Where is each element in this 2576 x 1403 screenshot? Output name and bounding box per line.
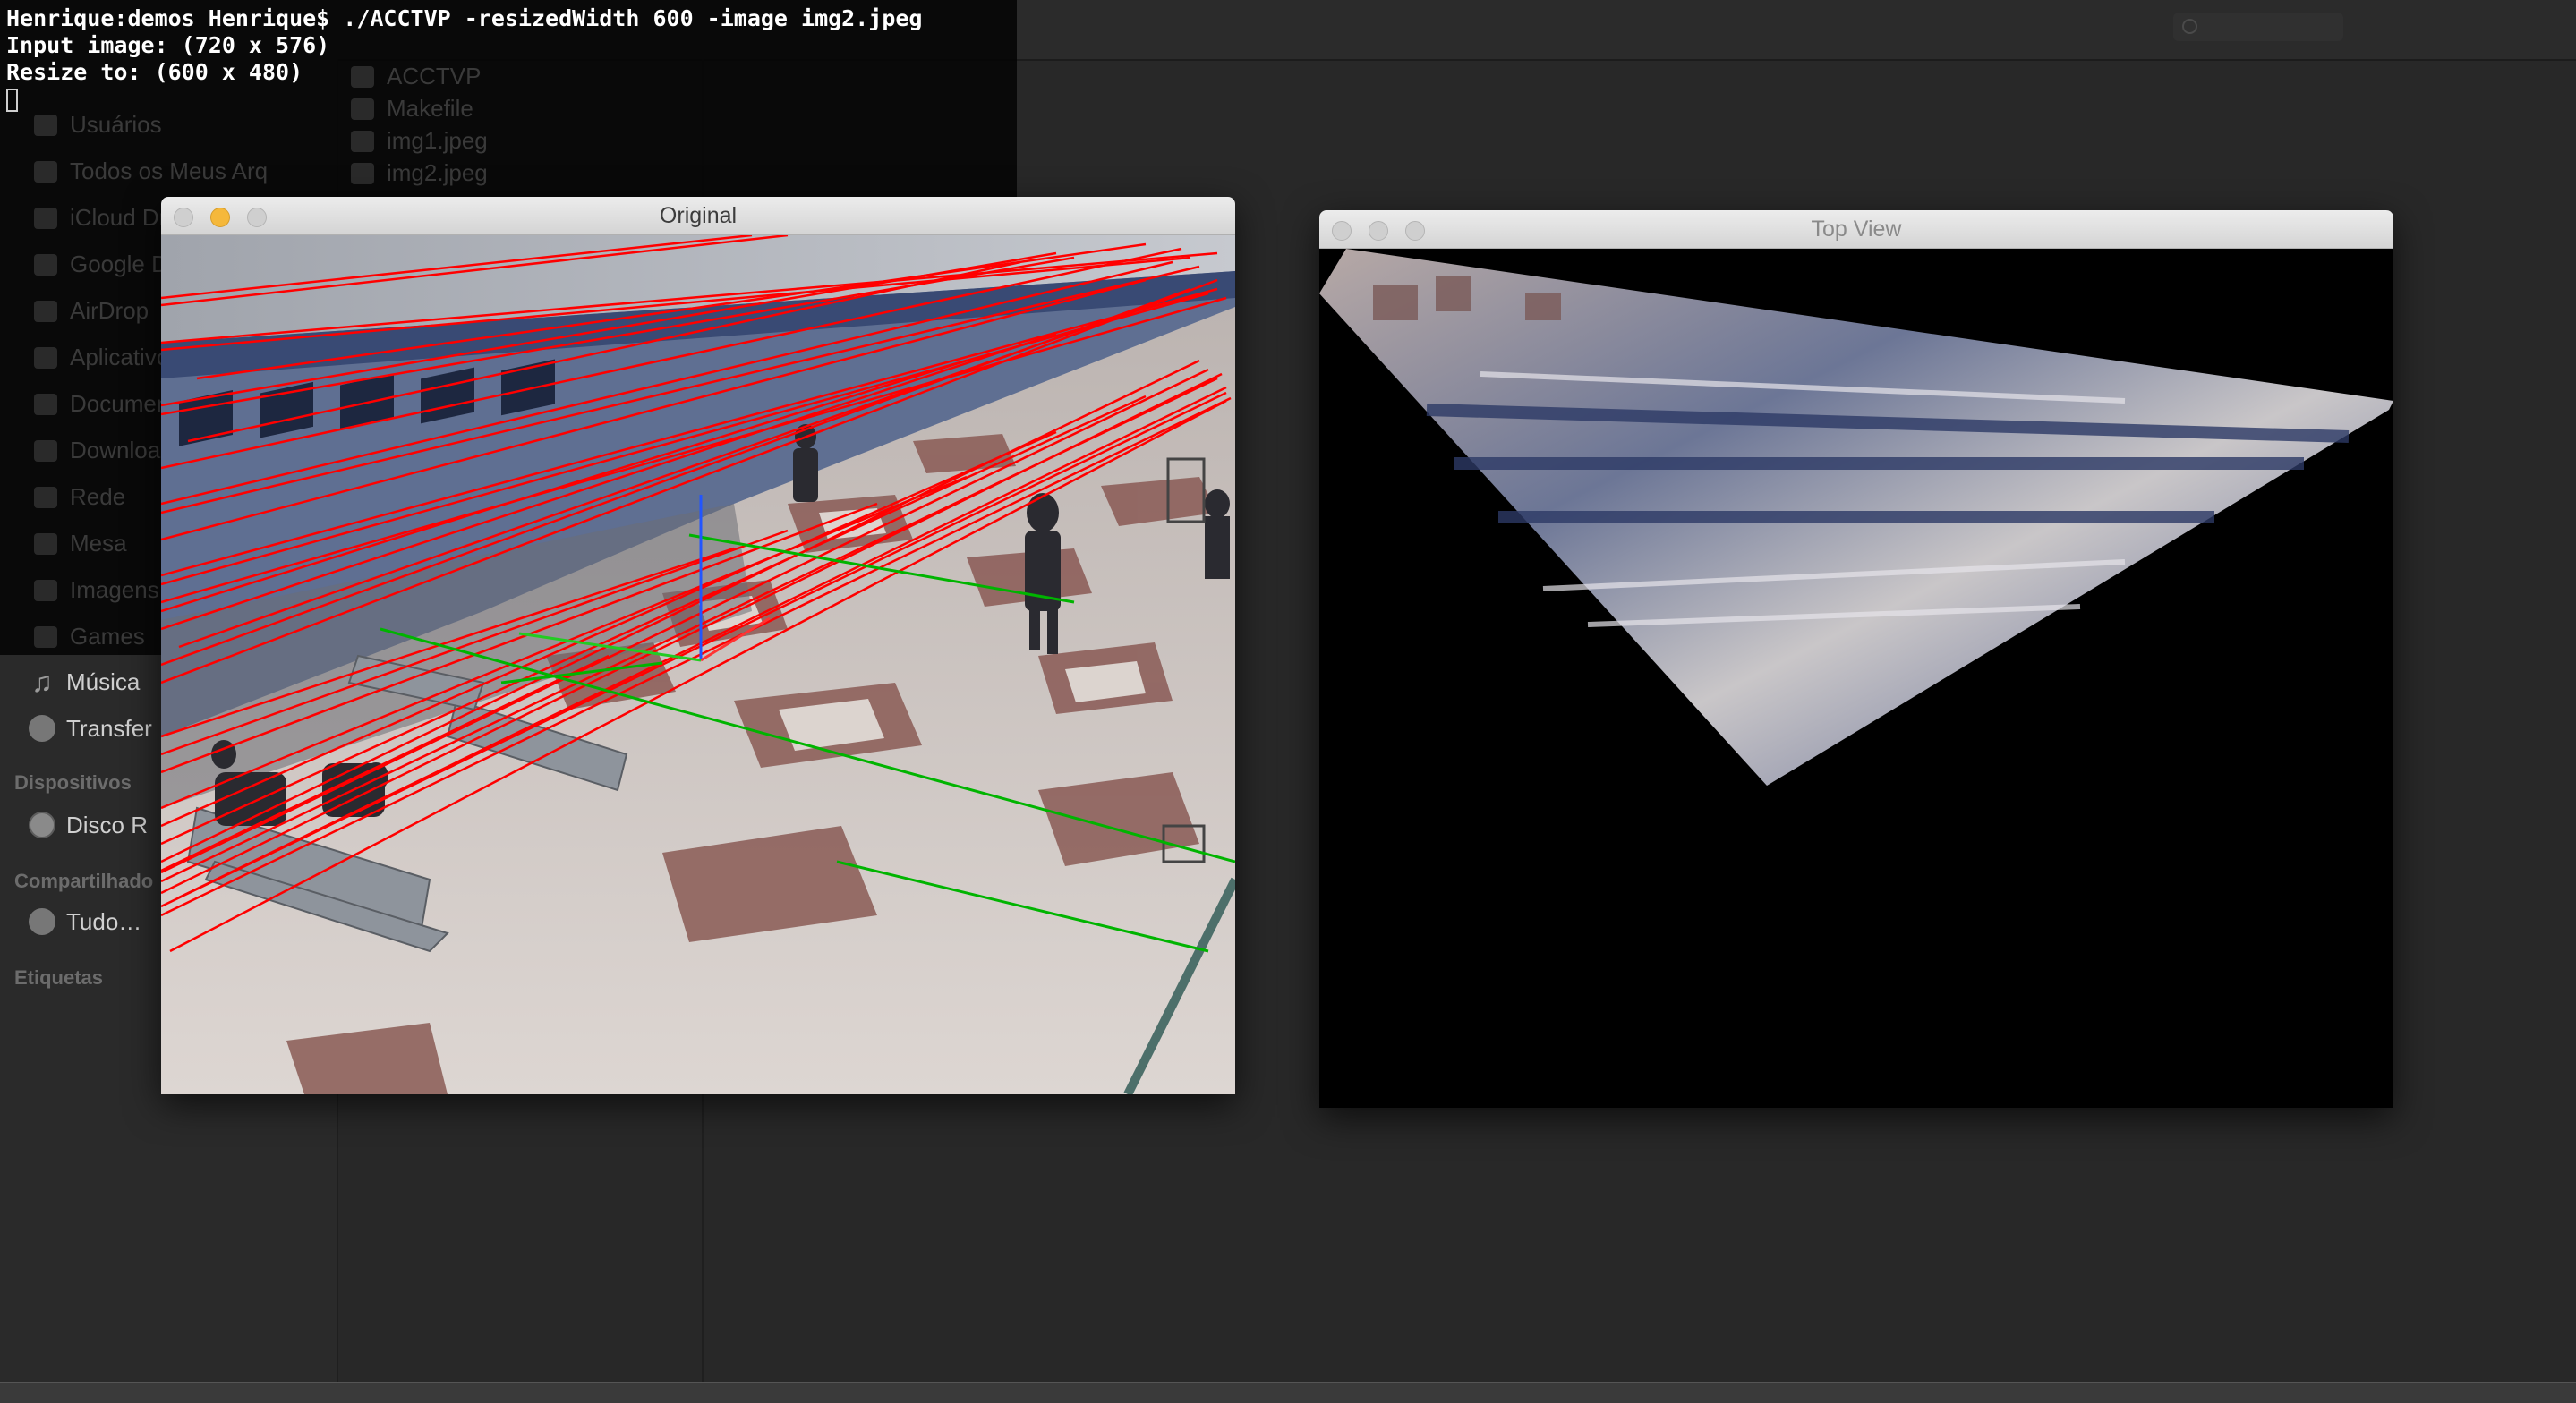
original-image-window[interactable]: Original xyxy=(161,197,1235,1094)
sidebar-item-faint[interactable]: Todos os Meus Arq xyxy=(34,157,268,185)
original-image-canvas xyxy=(161,235,1235,1094)
disk-icon xyxy=(29,812,55,838)
sidebar-item-disk[interactable]: Disco R xyxy=(29,809,148,841)
sidebar-item-music[interactable]: ♫ Música xyxy=(29,666,140,698)
terminal-output[interactable]: Henrique:demos Henrique$ ./ACCTVP -resiz… xyxy=(6,5,923,113)
folder-icon xyxy=(34,253,57,276)
sidebar-item-label: Imagens xyxy=(70,576,159,603)
download-icon xyxy=(29,715,55,742)
folder-icon xyxy=(34,346,57,369)
sidebar-item-label: Tudo… xyxy=(66,907,142,935)
sidebar-item-label: Usuários xyxy=(70,111,162,138)
window-titlebar[interactable]: Top View xyxy=(1319,210,2393,249)
sidebar-section-tags: Etiquetas xyxy=(14,966,104,989)
sidebar-item-label: Disco R xyxy=(66,811,149,838)
file-item[interactable]: img1.jpeg xyxy=(351,127,488,155)
terminal-cursor xyxy=(6,89,18,112)
sidebar-item-downloads[interactable]: Transfer xyxy=(29,712,152,744)
search-field[interactable] xyxy=(2173,13,2343,41)
sidebar-item-label: Rede xyxy=(70,483,126,510)
window-title: Original xyxy=(659,203,738,228)
sidebar-item-label: Mesa xyxy=(70,530,127,557)
folder-icon xyxy=(34,532,57,555)
network-globe-icon xyxy=(29,908,55,935)
sidebar-item-faint[interactable]: Rede xyxy=(34,483,125,511)
sidebar-section-devices: Dispositivos xyxy=(14,771,132,794)
folder-icon xyxy=(34,625,57,648)
sidebar-item-label: AirDrop xyxy=(70,297,149,324)
file-icon xyxy=(351,162,374,184)
top-view-window[interactable]: Top View xyxy=(1319,210,2393,1108)
window-title: Top View xyxy=(1811,217,1902,242)
folder-icon xyxy=(34,579,57,601)
terminal-line: Henrique:demos Henrique$ ./ACCTVP -resiz… xyxy=(6,5,923,31)
sidebar-item-label: Música xyxy=(66,667,141,695)
file-name: img1.jpeg xyxy=(387,127,488,154)
sidebar-item-label: Games xyxy=(70,623,145,650)
sidebar-item-faint[interactable]: Imagens xyxy=(34,576,159,604)
search-icon xyxy=(2182,19,2197,34)
folder-icon xyxy=(34,486,57,508)
file-icon xyxy=(351,130,374,152)
sidebar-item-label: Transfer xyxy=(66,714,152,742)
folder-icon xyxy=(34,114,57,136)
music-note-icon: ♫ xyxy=(31,666,53,698)
folder-icon xyxy=(34,393,57,415)
sidebar-item-faint[interactable]: AirDrop xyxy=(34,297,149,325)
folder-icon xyxy=(34,160,57,183)
folder-icon xyxy=(34,300,57,322)
sidebar-item-faint[interactable]: Games xyxy=(34,623,145,650)
top-view-canvas xyxy=(1319,249,2393,1108)
file-name: img2.jpeg xyxy=(387,159,488,186)
terminal-line: Resize to: (600 x 480) xyxy=(6,59,303,85)
sidebar-item-faint[interactable]: Mesa xyxy=(34,530,127,557)
window-titlebar[interactable]: Original xyxy=(161,197,1235,235)
sidebar-item-faint[interactable]: Usuários xyxy=(34,111,162,139)
folder-icon xyxy=(34,207,57,229)
sidebar-section-shared: Compartilhado xyxy=(14,870,154,892)
file-item[interactable]: img2.jpeg xyxy=(351,159,488,187)
sidebar-item-label: Todos os Meus Arq xyxy=(70,157,269,184)
sidebar-item-shared-all[interactable]: Tudo… xyxy=(29,906,141,938)
sidebar-item-faint[interactable]: Aplicativos xyxy=(34,344,181,371)
finder-bottom-bar xyxy=(0,1382,2576,1403)
terminal-line: Input image: (720 x 576) xyxy=(6,32,330,58)
folder-icon xyxy=(34,439,57,462)
